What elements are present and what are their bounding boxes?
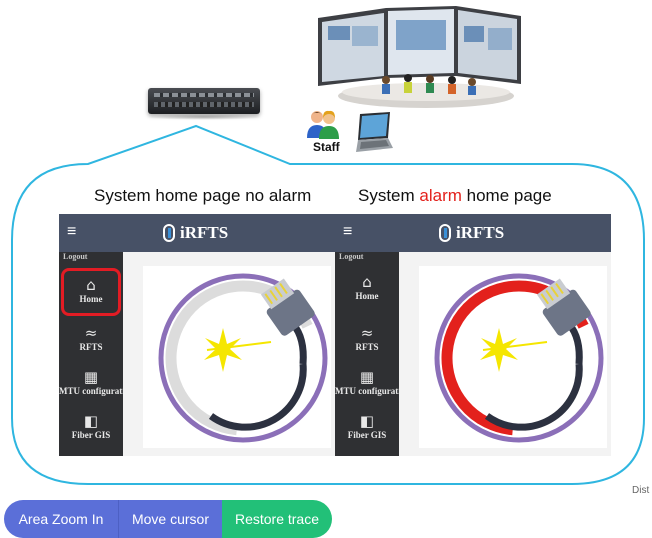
rack-server-image: [148, 88, 260, 114]
panel-title-alarm: System alarm home page: [358, 186, 552, 205]
sidebar-item-home[interactable]: ⌂ Home: [61, 268, 121, 316]
map-icon: ◧: [359, 412, 375, 430]
irfts-logo-icon: [163, 224, 175, 242]
restore-trace-button[interactable]: Restore trace: [222, 500, 332, 538]
panel-title-no-alarm: System home page no alarm: [94, 186, 312, 205]
trace-icon: ≈: [84, 324, 98, 342]
home-page-panel-no-alarm: ≡ iRFTS Logout ⌂ Home ≈ RFTS ▦ MTU confi…: [59, 214, 335, 456]
status-content-area: [143, 266, 331, 448]
sidebar-item-rfts[interactable]: ≈ RFTS: [59, 324, 123, 352]
staff-icon: [307, 110, 339, 139]
sidebar-item-fiber-gis[interactable]: ◧ Fiber GIS: [59, 412, 123, 440]
logout-link[interactable]: Logout: [63, 252, 87, 261]
sidebar: Logout ⌂ Home ≈ RFTS ▦ MTU configurati ◧…: [335, 252, 399, 456]
irfts-logo-icon: [439, 224, 451, 242]
move-cursor-button[interactable]: Move cursor: [118, 500, 222, 538]
trace-icon: ≈: [360, 324, 374, 342]
sidebar-item-home[interactable]: ⌂ Home: [335, 273, 399, 301]
app-header: ≡ iRFTS: [335, 214, 611, 252]
home-icon: ⌂: [362, 273, 372, 291]
app-brand: iRFTS: [439, 223, 504, 243]
sidebar-item-mtu-configuration[interactable]: ▦ MTU configurati: [335, 368, 399, 396]
menu-icon[interactable]: ≡: [67, 224, 76, 240]
status-content-area: [419, 266, 607, 448]
sidebar-item-mtu-configuration[interactable]: ▦ MTU configurati: [59, 368, 123, 396]
laptop-icon: [356, 112, 393, 152]
map-icon: ◧: [83, 412, 99, 430]
app-header: ≡ iRFTS: [59, 214, 335, 252]
menu-icon[interactable]: ≡: [343, 224, 352, 240]
distance-label: Dist: [632, 485, 650, 496]
sidebar-item-rfts[interactable]: ≈ RFTS: [335, 324, 399, 352]
sidebar: Logout ⌂ Home ≈ RFTS ▦ MTU configurati ◧…: [59, 252, 123, 456]
home-page-panel-alarm: ≡ iRFTS Logout ⌂ Home ≈ RFTS ▦ MTU confi…: [335, 214, 611, 456]
grid-icon: ▦: [359, 368, 375, 386]
app-brand: iRFTS: [163, 223, 228, 243]
control-room-image: [318, 6, 521, 108]
staff-label: Staff: [313, 140, 340, 154]
fiber-status-graphic: [158, 273, 328, 443]
grid-icon: ▦: [83, 368, 99, 386]
sidebar-item-fiber-gis[interactable]: ◧ Fiber GIS: [335, 412, 399, 440]
home-icon: ⌂: [86, 276, 96, 294]
logout-link[interactable]: Logout: [339, 252, 363, 261]
fiber-alarm-graphic: [434, 273, 604, 443]
area-zoom-in-button[interactable]: Area Zoom In: [4, 500, 118, 538]
alarm-word: alarm: [419, 186, 462, 205]
server-shadow: [146, 114, 262, 120]
